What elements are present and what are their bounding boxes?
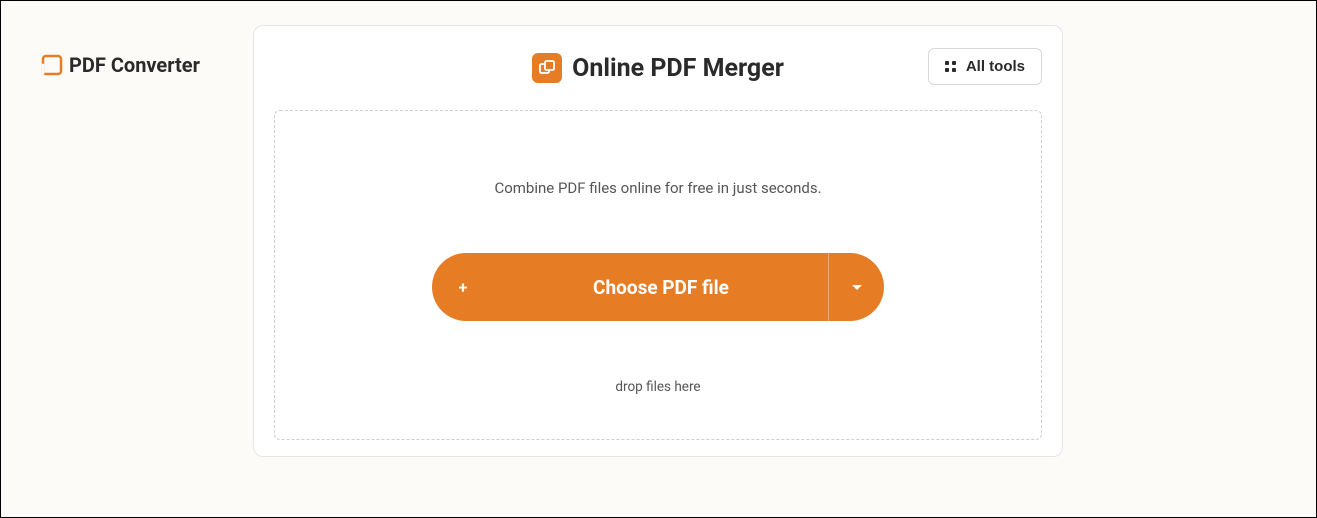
subtitle: Combine PDF files online for free in jus… — [494, 179, 821, 197]
title-group: Online PDF Merger — [532, 53, 784, 83]
choose-file-label: Choose PDF file — [593, 276, 729, 299]
grid-icon — [945, 61, 956, 72]
drop-hint: drop files here — [615, 379, 700, 395]
main-card: Online PDF Merger All tools Combine PDF … — [253, 25, 1063, 457]
caret-down-icon — [852, 285, 862, 290]
card-header: Online PDF Merger All tools — [274, 46, 1042, 90]
add-file-button[interactable]: + — [432, 253, 494, 321]
choose-file-button[interactable]: Choose PDF file — [494, 253, 828, 321]
brand-logo[interactable]: PDF Converter — [41, 53, 200, 77]
brand-name: PDF Converter — [69, 53, 200, 77]
all-tools-label: All tools — [966, 58, 1025, 75]
page-title: Online PDF Merger — [572, 54, 784, 83]
dropzone[interactable]: Combine PDF files online for free in jus… — [274, 110, 1042, 440]
choose-file-dropdown-button[interactable] — [828, 253, 884, 321]
all-tools-button[interactable]: All tools — [928, 48, 1042, 85]
brand-logo-icon — [41, 54, 63, 76]
plus-icon: + — [459, 278, 468, 297]
choose-file-button-group: + Choose PDF file — [432, 253, 884, 321]
merge-icon — [532, 53, 562, 83]
